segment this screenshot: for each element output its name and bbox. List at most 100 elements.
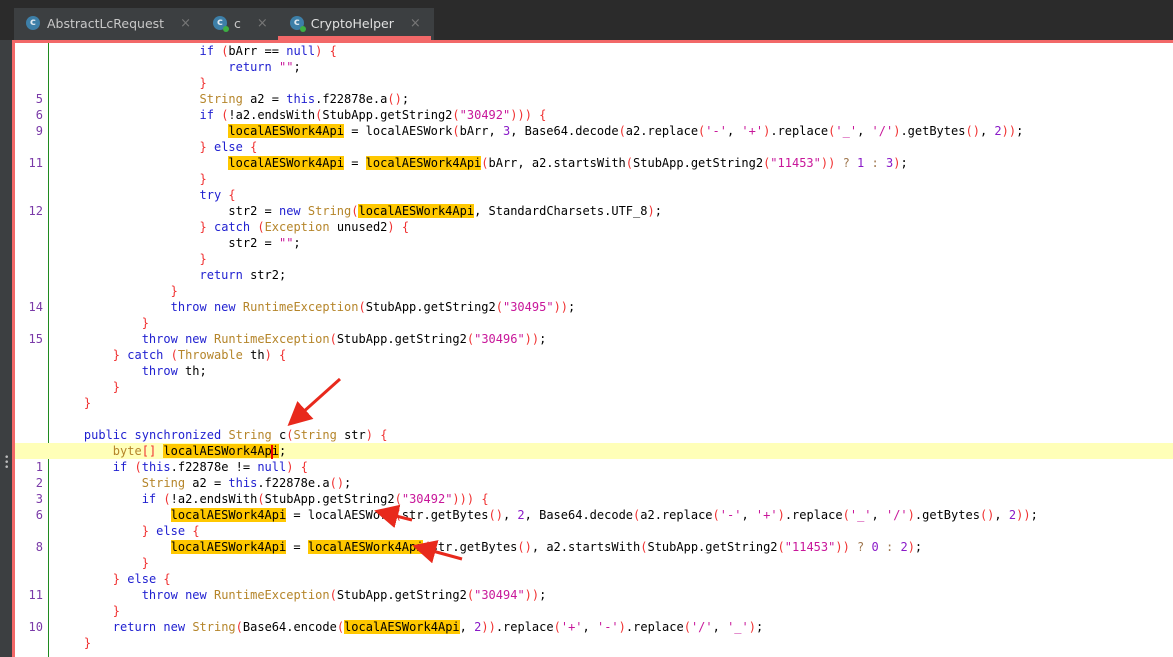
- code-line[interactable]: }: [15, 171, 1173, 187]
- code-line[interactable]: 15 throw new RuntimeException(StubApp.ge…: [15, 331, 1173, 347]
- code-line[interactable]: 1 if (this.f22878e != null) {: [15, 459, 1173, 475]
- code-text: str2 = new String(localAESWork4Api, Stan…: [55, 204, 662, 218]
- tab-abstractlcrequest[interactable]: c AbstractLcRequest ×: [14, 8, 201, 38]
- tool-window-strip: • • •: [0, 40, 12, 657]
- line-number: 11: [28, 156, 43, 170]
- code-text: }: [112, 380, 121, 394]
- code-line[interactable]: 6 if (!a2.endsWith(StubApp.getString2("3…: [15, 107, 1173, 123]
- class-icon: c: [213, 16, 229, 32]
- code-line[interactable]: public synchronized String c(String str)…: [15, 427, 1173, 443]
- code-text: String a2 = this.f22878e.a();: [141, 476, 352, 490]
- code-line[interactable]: } catch (Throwable th) {: [15, 347, 1173, 363]
- code-text: try {: [199, 188, 236, 202]
- code-text: } else {: [112, 572, 171, 586]
- code-text: if (!a2.endsWith(StubApp.getString2("304…: [141, 492, 489, 506]
- code-text: throw th;: [141, 364, 207, 378]
- class-icon: c: [289, 16, 306, 32]
- title-strip: [0, 0, 1173, 8]
- code-line[interactable]: 9 localAESWork4Api = localAESWork(bArr, …: [15, 123, 1173, 139]
- code-text: return str2;: [199, 268, 287, 282]
- code-line[interactable]: 8 localAESWork4Api = localAESWork4Api(st…: [15, 539, 1173, 555]
- code-line[interactable]: 10 return new String(Base64.encode(local…: [15, 619, 1173, 635]
- code-text: }: [141, 556, 149, 570]
- code-line[interactable]: [15, 411, 1173, 427]
- code-line[interactable]: }: [15, 635, 1173, 651]
- code-text: throw new RuntimeException(StubApp.getSt…: [141, 588, 547, 602]
- code-text: if (this.f22878e != null) {: [112, 460, 308, 474]
- line-number: 6: [35, 108, 43, 122]
- code-line[interactable]: }: [15, 379, 1173, 395]
- code-text: localAESWork4Api = localAESWork(bArr, 3,…: [228, 124, 1024, 138]
- code-line[interactable]: 2 String a2 = this.f22878e.a();: [15, 475, 1173, 491]
- code-text: if (bArr == null) {: [199, 44, 337, 58]
- editor-tab-bar: c AbstractLcRequest × c c × c CryptoHelp…: [14, 8, 434, 40]
- code-editor[interactable]: if (bArr == null) { return ""; } 5 String…: [12, 40, 1173, 657]
- code-line[interactable]: try {: [15, 187, 1173, 203]
- current-code-line[interactable]: byte[] localAESWork4Api;: [15, 443, 1173, 459]
- drag-handle-icon[interactable]: • • •: [4, 454, 9, 473]
- code-text: }: [83, 396, 92, 410]
- tab-label: c: [234, 15, 241, 31]
- code-text: localAESWork4Api = localAESWork4Api(bArr…: [228, 156, 908, 170]
- code-line[interactable]: } catch (Exception unused2) {: [15, 219, 1173, 235]
- code-line[interactable]: return "";: [15, 59, 1173, 75]
- code-line[interactable]: } else {: [15, 139, 1173, 155]
- code-line[interactable]: }: [15, 555, 1173, 571]
- code-text: throw new RuntimeException(StubApp.getSt…: [170, 300, 576, 314]
- code-text: localAESWork4Api = localAESWork(str.getB…: [170, 508, 1038, 522]
- close-icon[interactable]: ×: [180, 16, 191, 31]
- code-line[interactable]: 3 if (!a2.endsWith(StubApp.getString2("3…: [15, 491, 1173, 507]
- code-line[interactable]: 5 String a2 = this.f22878e.a();: [15, 91, 1173, 107]
- code-line[interactable]: 11 throw new RuntimeException(StubApp.ge…: [15, 587, 1173, 603]
- line-number: 14: [28, 300, 43, 314]
- code-line[interactable]: 14 throw new RuntimeException(StubApp.ge…: [15, 299, 1173, 315]
- tab-label: AbstractLcRequest: [47, 15, 165, 31]
- code-text: } catch (Throwable th) {: [112, 348, 287, 362]
- code-line[interactable]: 11 localAESWork4Api = localAESWork4Api(b…: [15, 155, 1173, 171]
- code-text: return new String(Base64.encode(localAES…: [112, 620, 764, 634]
- line-number: 9: [35, 124, 43, 138]
- code-line[interactable]: str2 = "";: [15, 235, 1173, 251]
- code-text: String a2 = this.f22878e.a();: [199, 92, 410, 106]
- line-number: 12: [28, 204, 43, 218]
- code-text: str2 = "";: [55, 236, 301, 250]
- code-text: throw new RuntimeException(StubApp.getSt…: [141, 332, 547, 346]
- code-text: }: [199, 252, 207, 266]
- line-number: 3: [35, 492, 43, 506]
- code-line[interactable]: }: [15, 395, 1173, 411]
- code-line[interactable]: } else {: [15, 523, 1173, 539]
- line-number: 8: [35, 540, 43, 554]
- code-line[interactable]: } else {: [15, 571, 1173, 587]
- line-number: 11: [28, 588, 43, 602]
- close-icon[interactable]: ×: [257, 16, 268, 31]
- code-text: return "";: [228, 60, 301, 74]
- tab-cryptohelper[interactable]: c CryptoHelper ×: [277, 8, 431, 40]
- code-text: }: [112, 604, 121, 618]
- class-glyph: c: [293, 17, 300, 28]
- code-text: }: [83, 636, 92, 650]
- code-line[interactable]: return str2;: [15, 267, 1173, 283]
- line-number: 10: [28, 620, 43, 634]
- code-text: public synchronized String c(String str)…: [83, 428, 388, 442]
- code-line[interactable]: }: [15, 251, 1173, 267]
- code-line[interactable]: if (bArr == null) {: [15, 43, 1173, 59]
- code-line[interactable]: }: [15, 283, 1173, 299]
- line-number: 5: [35, 92, 43, 106]
- code-text: } catch (Exception unused2) {: [199, 220, 410, 234]
- close-icon[interactable]: ×: [410, 16, 421, 31]
- code-line[interactable]: 12 str2 = new String(localAESWork4Api, S…: [15, 203, 1173, 219]
- code-line[interactable]: 6 localAESWork4Api = localAESWork(str.ge…: [15, 507, 1173, 523]
- code-text: if (!a2.endsWith(StubApp.getString2("304…: [199, 108, 547, 122]
- status-dot: [299, 26, 306, 32]
- code-text: localAESWork4Api = localAESWork4Api(str.…: [170, 540, 923, 554]
- code-line[interactable]: throw th;: [15, 363, 1173, 379]
- code-line[interactable]: }: [15, 603, 1173, 619]
- line-number: 6: [35, 508, 43, 522]
- tab-label: CryptoHelper: [310, 15, 394, 31]
- code-line[interactable]: }: [15, 315, 1173, 331]
- code-text: }: [141, 316, 149, 330]
- line-number: 15: [28, 332, 43, 346]
- status-dot: [223, 26, 229, 32]
- tab-c[interactable]: c c ×: [201, 8, 278, 38]
- code-line[interactable]: }: [15, 75, 1173, 91]
